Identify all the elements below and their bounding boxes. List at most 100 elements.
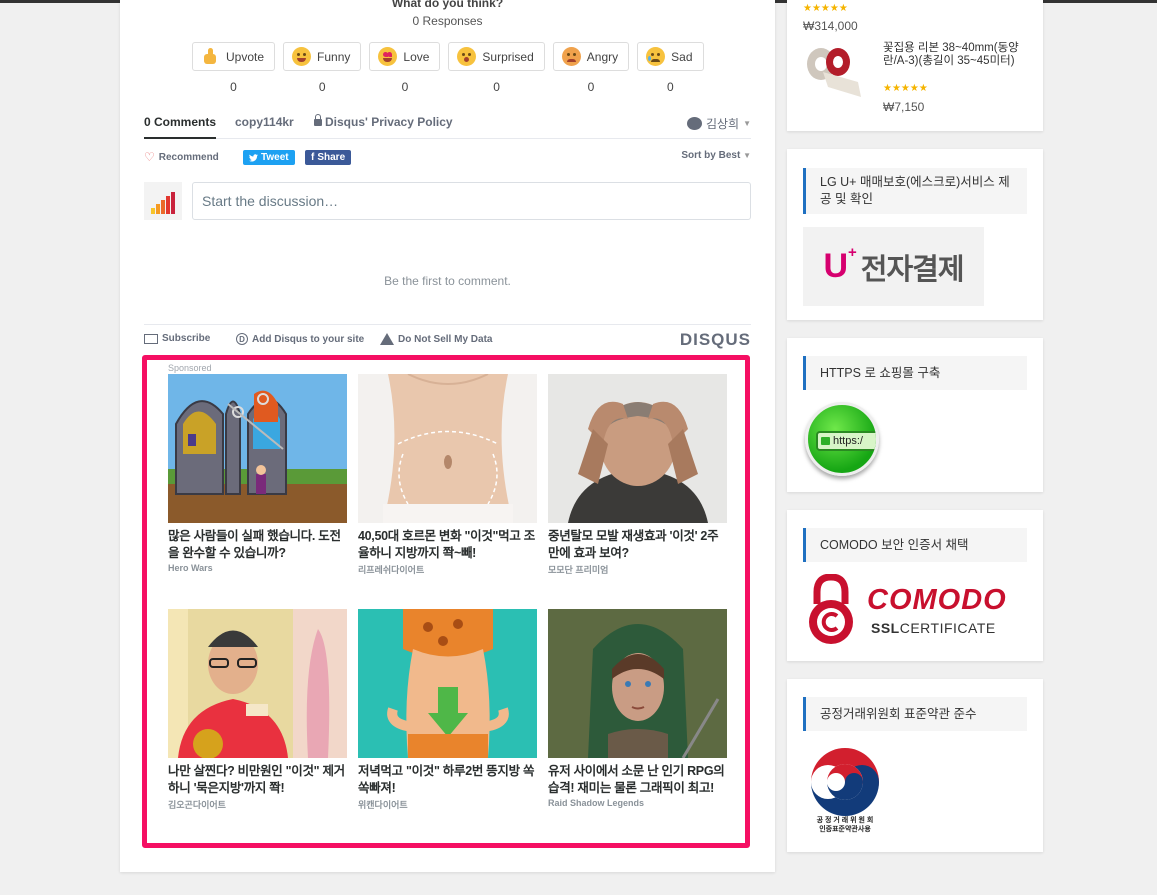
privacy-policy-link[interactable]: Disqus' Privacy Policy — [314, 114, 453, 129]
ftc-caption-1: 공 정 거 래 위 원 회 — [816, 817, 874, 824]
sort-dropdown[interactable]: Sort by Best ▼ — [681, 150, 751, 161]
funny-emoji-icon — [292, 47, 312, 66]
reaction-label: Upvote — [226, 49, 265, 64]
comment-actions: ♡ Recommend Tweet f Share Sort by Best ▼ — [144, 150, 751, 166]
https-badge[interactable]: https:/ — [805, 402, 879, 476]
ad-title[interactable]: 유저 사이에서 소문 난 인기 RPG의 습격! 재미는 물론 그래픽이 최고! — [548, 763, 727, 797]
ad-title[interactable]: 많은 사람들이 실패 했습니다. 도전을 완수할 수 있습니까? — [168, 528, 347, 562]
sidebar-products: ★★★★★ ₩314,000 꽃집용 리본 38~40mm(동양란/A-3)(총… — [787, 0, 1043, 131]
widget-title: HTTPS 로 쇼핑몰 구축 — [803, 356, 1027, 390]
start-discussion-input[interactable]: Start the discussion… — [192, 182, 751, 220]
lgu-payment-logo[interactable]: U + 전자결제 — [803, 227, 984, 306]
user-menu[interactable]: 김상희 ▼ — [686, 115, 751, 132]
widget-title: COMODO 보안 인증서 채택 — [803, 528, 1027, 562]
certificate-text: CERTIFICATE — [899, 620, 996, 636]
sponsored-label: Sponsored — [168, 363, 212, 373]
ad-title[interactable]: 저녁먹고 "이것" 하루2번 뜽지방 쏙쏙빠져! — [358, 763, 537, 797]
disqus-footer: Subscribe D Add Disqus to your site Do No… — [144, 324, 751, 354]
tweet-button[interactable]: Tweet — [243, 150, 295, 165]
angry-emoji-icon — [561, 47, 581, 66]
reaction-count: 0 — [318, 80, 326, 94]
ad-source: 리프레쉬다이어트 — [358, 565, 425, 575]
product-name[interactable]: 꽃집용 리본 38~40mm(동양란/A-3)(총길이 35~45미터) — [883, 42, 1028, 68]
active-tab-indicator — [144, 137, 216, 139]
funny-button[interactable]: Funny — [283, 42, 362, 71]
ad-image[interactable] — [548, 374, 727, 523]
comodo-ssl-logo[interactable]: COMODO SSLCERTIFICATE — [805, 572, 1027, 647]
recommend-button[interactable]: ♡ Recommend — [144, 150, 219, 164]
comment-tabs: 0 Comments copy114kr Disqus' Privacy Pol… — [144, 113, 751, 139]
tab-community[interactable]: copy114kr — [235, 115, 294, 129]
ad-image[interactable] — [168, 374, 347, 523]
reaction-love: Love 0 — [369, 42, 441, 94]
ad-card[interactable]: 40,50대 호르몬 변화 "이것"먹고 조율하니 지방까지 쫙~빼! 리프레쉬… — [358, 374, 537, 576]
product-price: ₩314,000 — [803, 19, 858, 33]
sponsored-ads: Sponsored 많은 사람들이 실패 했습니다. 도전을 완수할 수 있습니… — [142, 355, 750, 848]
product-price: ₩7,150 — [883, 100, 925, 114]
angry-button[interactable]: Angry — [552, 42, 630, 71]
ad-source: 김오곤다이어트 — [168, 800, 226, 810]
upvote-emoji-icon — [201, 47, 220, 66]
share-label: Share — [317, 152, 346, 163]
ad-title[interactable]: 중년탈모 모발 재생효과 '이것' 2주만에 효과 보여? — [548, 528, 727, 562]
subscribe-label: Subscribe — [162, 333, 211, 344]
do-not-sell-link[interactable]: Do Not Sell My Data — [380, 333, 492, 345]
reaction-label: Love — [403, 49, 430, 64]
reaction-count: 0 — [493, 80, 500, 94]
empty-comments-message: Be the first to comment. — [384, 274, 511, 288]
reaction-label: Sad — [671, 49, 693, 64]
ad-card[interactable]: 많은 사람들이 실패 했습니다. 도전을 완수할 수 있습니까? Hero Wa… — [168, 374, 347, 573]
ad-source: Raid Shadow Legends — [548, 798, 645, 808]
widget-title: LG U+ 매매보호(에스크로)서비스 제공 및 확인 — [803, 168, 1027, 214]
disqus-logo[interactable]: DISQUS — [680, 330, 751, 350]
ad-image[interactable] — [548, 609, 727, 758]
tab-comments[interactable]: 0 Comments — [144, 115, 216, 129]
ad-card[interactable]: 중년탈모 모발 재생효과 '이것' 2주만에 효과 보여? 모모단 프리미엄 — [548, 374, 727, 576]
user-avatar[interactable] — [144, 182, 182, 220]
reaction-count: 0 — [230, 80, 237, 94]
sad-button[interactable]: Sad — [637, 42, 704, 71]
ad-card[interactable]: 저녁먹고 "이것" 하루2번 뜽지방 쏙쏙빠져! 위캔다이어트 — [358, 609, 537, 811]
reactions-bar: Upvote 0 Funny 0 Love 0 Surprised 0 Angr… — [192, 42, 704, 94]
surprised-button[interactable]: Surprised — [448, 42, 545, 71]
reaction-label: Funny — [317, 49, 351, 64]
surprised-emoji-icon — [457, 47, 477, 66]
reaction-funny: Funny 0 — [283, 42, 362, 94]
envelope-icon — [144, 333, 158, 344]
ad-title[interactable]: 40,50대 호르몬 변화 "이것"먹고 조율하니 지방까지 쫙~빼! — [358, 528, 537, 562]
comodo-lock-icon — [809, 574, 853, 644]
user-name: 김상희 — [705, 117, 740, 131]
ad-image[interactable] — [168, 609, 347, 758]
lgu-logo-text: 전자결제 — [860, 253, 965, 286]
rating-stars: ★★★★★ — [803, 3, 848, 14]
reaction-label: Surprised — [482, 49, 534, 64]
sort-label: Sort by Best — [681, 150, 741, 161]
https-address-bar: https:/ — [816, 431, 876, 451]
love-button[interactable]: Love — [369, 42, 441, 71]
add-disqus-link[interactable]: D Add Disqus to your site — [236, 333, 364, 345]
lock-icon — [821, 437, 830, 445]
product-image[interactable] — [803, 42, 865, 100]
ad-image[interactable] — [358, 609, 537, 758]
upvote-button[interactable]: Upvote — [192, 42, 276, 71]
ad-card[interactable]: 나만 살찐다? 비만원인 "이것" 제거하니 '묵은지방'까지 쫙! 김오곤다이… — [168, 609, 347, 811]
facebook-share-button[interactable]: f Share — [305, 150, 352, 165]
disqus-panel: What do you think? 0 Responses Upvote 0 … — [120, 0, 775, 872]
sidebar-widget-comodo: COMODO 보안 인증서 채택 COMODO SSLCERTIFICATE — [787, 510, 1043, 661]
subscribe-link[interactable]: Subscribe — [144, 333, 210, 344]
reaction-surprised: Surprised 0 — [448, 42, 545, 94]
sad-emoji-icon — [646, 47, 666, 66]
ad-card[interactable]: 유저 사이에서 소문 난 인기 RPG의 습격! 재미는 물론 그래픽이 최고!… — [548, 609, 727, 808]
chevron-down-icon: ▼ — [743, 119, 751, 128]
lgu-logo-prefix: U — [823, 247, 849, 285]
disqus-d-icon: D — [236, 333, 248, 345]
twitter-bird-icon — [249, 153, 258, 162]
tweet-label: Tweet — [261, 152, 289, 163]
ad-image[interactable] — [358, 374, 537, 523]
reaction-sad: Sad 0 — [637, 42, 704, 94]
privacy-policy-label: Disqus' Privacy Policy — [325, 115, 453, 129]
do-not-sell-label: Do Not Sell My Data — [398, 333, 493, 345]
sidebar-widget-lgu: LG U+ 매매보호(에스크로)서비스 제공 및 확인 U + 전자결제 — [787, 149, 1043, 320]
ad-title[interactable]: 나만 살찐다? 비만원인 "이것" 제거하니 '묵은지방'까지 쫙! — [168, 763, 347, 797]
ftc-standard-terms-logo[interactable]: 공 정 거 래 위 원 회 인증표준약관사용 — [805, 744, 885, 836]
